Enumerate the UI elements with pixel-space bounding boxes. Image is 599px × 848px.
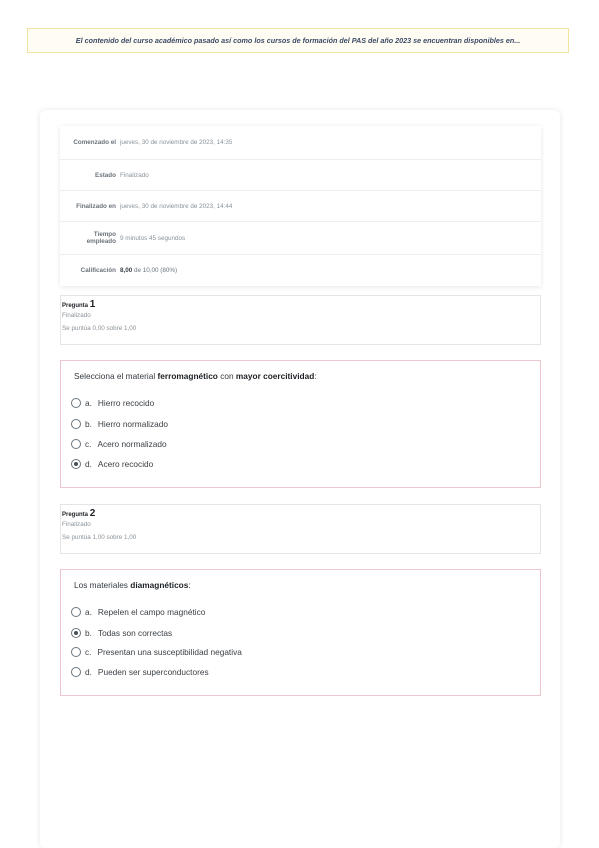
answer-option-a[interactable]: a. Hierro recocido <box>71 398 154 408</box>
option-letter: a. <box>85 398 92 408</box>
question-prompt: Los materiales diamagnéticos: <box>74 580 191 590</box>
question-number: 1 <box>89 299 96 310</box>
prompt-bold: mayor coercitividad <box>235 371 315 381</box>
summary-value: 8,00 de 10,00 (80%) <box>120 267 177 274</box>
question-card-1: Selecciona el material ferromagnético co… <box>60 360 541 488</box>
question-score: Se puntúa 1,00 sobre 1,00 <box>62 534 137 541</box>
summary-value: Finalizado <box>120 171 149 179</box>
radio-button[interactable] <box>71 607 81 617</box>
answer-option-c[interactable]: c. Acero normalizado <box>71 439 167 449</box>
summary-label: Calificación <box>80 267 116 274</box>
radio-button[interactable] <box>71 667 81 677</box>
option-text: Hierro normalizado <box>97 419 169 429</box>
summary-label: Finalizado en <box>76 202 116 210</box>
radio-button[interactable] <box>71 398 81 408</box>
question-score: Se puntúa 0,00 sobre 1,00 <box>62 325 137 332</box>
option-letter: a. <box>85 607 92 617</box>
answer-option-a[interactable]: a. Repelen el campo magnético <box>71 607 205 617</box>
option-letter: d. <box>85 459 92 469</box>
summary-value: jueves, 30 de noviembre de 2023, 14:35 <box>120 139 233 146</box>
prompt-bold: diamagnéticos <box>130 580 189 590</box>
question-prompt: Selecciona el material ferromagnético co… <box>74 371 317 381</box>
option-text: Pueden ser superconductores <box>97 667 209 677</box>
prompt-text: con <box>217 371 236 381</box>
summary-row-started: Comenzado el jueves, 30 de noviembre de … <box>60 126 541 160</box>
prompt-text: Selecciona el material <box>74 371 158 381</box>
question-info-1: Pregunta 1 Finalizado Se puntúa 0,00 sob… <box>60 295 541 345</box>
option-letter: b. <box>85 419 92 429</box>
option-letter: c. <box>85 439 92 449</box>
grade-rest: de 10,00 (80%) <box>132 267 178 274</box>
question-status: Finalizado <box>62 312 91 319</box>
answer-option-b[interactable]: b. Hierro normalizado <box>71 419 168 429</box>
option-text: Hierro recocido <box>97 398 155 408</box>
summary-label: Comenzado el <box>73 139 116 146</box>
option-text: Acero recocido <box>97 459 154 469</box>
answer-option-b[interactable]: b. Todas son correctas <box>71 628 172 638</box>
summary-row-time: Tiempo empleado 9 minutos 45 segundos <box>60 222 541 255</box>
answer-option-c[interactable]: c. Presentan una susceptibilidad negativ… <box>71 647 242 657</box>
prompt-bold: ferromagnético <box>157 371 218 381</box>
option-letter: b. <box>85 628 92 638</box>
question-title: Pregunta 2 <box>62 508 540 519</box>
radio-button[interactable] <box>71 419 81 429</box>
grade-value: 8,00 <box>120 267 133 274</box>
prompt-text: Los materiales <box>74 580 131 590</box>
option-text: Presentan una susceptibilidad negativa <box>97 647 242 657</box>
summary-row-grade: Calificación 8,00 de 10,00 (80%) <box>60 255 541 286</box>
answer-option-d[interactable]: d. Acero recocido <box>71 459 153 469</box>
summary-value: 9 minutos 45 segundos <box>120 234 186 242</box>
question-title: Pregunta 1 <box>62 299 540 310</box>
option-letter: c. <box>85 647 92 657</box>
radio-button-selected[interactable] <box>71 459 81 469</box>
option-text: Todas son correctas <box>97 628 173 638</box>
summary-row-finished: Finalizado en jueves, 30 de noviembre de… <box>60 191 541 222</box>
prompt-text: : <box>314 371 317 381</box>
attempt-summary-table: Comenzado el jueves, 30 de noviembre de … <box>60 126 541 286</box>
question-status: Finalizado <box>62 521 91 528</box>
summary-label: Estado <box>95 171 116 179</box>
radio-button[interactable] <box>71 647 81 657</box>
notice-banner-text: El contenido del curso académico pasado … <box>75 36 521 45</box>
option-letter: d. <box>85 667 92 677</box>
question-title-prefix: Pregunta <box>62 512 89 518</box>
prompt-text: : <box>188 580 191 590</box>
notice-banner[interactable]: El contenido del curso académico pasado … <box>27 28 569 53</box>
summary-value: jueves, 30 de noviembre de 2023, 14:44 <box>120 202 233 210</box>
answer-option-d[interactable]: d. Pueden ser superconductores <box>71 667 209 677</box>
question-info-2: Pregunta 2 Finalizado Se puntúa 1,00 sob… <box>60 504 541 554</box>
question-card-2: Los materiales diamagnéticos: a. Repelen… <box>60 569 541 696</box>
radio-button[interactable] <box>71 439 81 449</box>
radio-button-selected[interactable] <box>71 628 81 638</box>
question-number: 2 <box>89 508 96 519</box>
question-title-prefix: Pregunta <box>62 303 89 309</box>
summary-label: Tiempo empleado <box>86 231 116 245</box>
option-text: Repelen el campo magnético <box>97 607 206 617</box>
option-text: Acero normalizado <box>97 439 167 449</box>
summary-row-state: Estado Finalizado <box>60 160 541 191</box>
